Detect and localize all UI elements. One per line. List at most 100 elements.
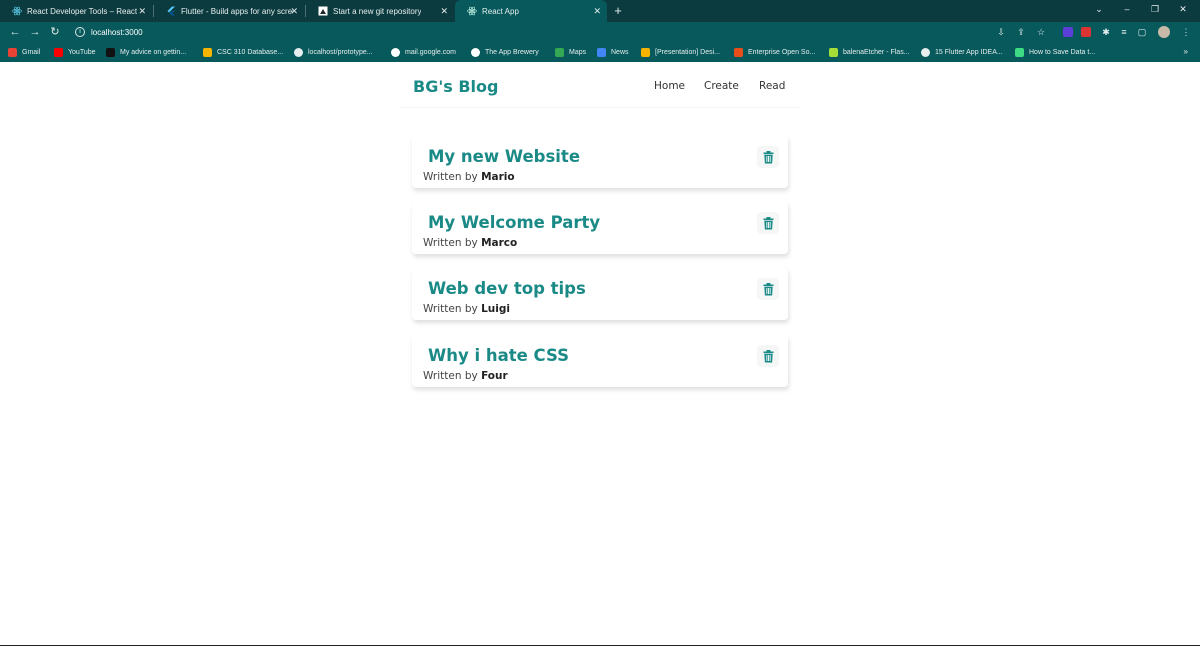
byline-prefix: Written by — [423, 370, 478, 382]
blog-preview[interactable]: Web dev top tips Written by Luigi — [412, 268, 788, 320]
tab-title: Flutter - Build apps for any scree — [181, 6, 293, 16]
bookmark-item[interactable]: My advice on gettin... — [106, 47, 186, 58]
close-icon[interactable]: ✕ — [593, 5, 601, 17]
tab-title: Start a new git repository — [333, 6, 422, 16]
bookmark-item[interactable]: mail.google.com — [391, 47, 456, 58]
news-icon — [597, 48, 606, 57]
react-icon — [467, 6, 477, 16]
bookmark-item[interactable]: Enterprise Open So... — [734, 47, 815, 58]
tab-github[interactable]: Start a new git repository ✕ — [306, 0, 454, 22]
window-close-icon[interactable]: ✕ — [1176, 4, 1190, 15]
share-icon[interactable]: ⇪ — [1015, 26, 1027, 38]
blog-byline: Written by Luigi — [423, 303, 510, 315]
blog-author: Marco — [481, 237, 518, 249]
close-icon[interactable]: ✕ — [290, 5, 298, 17]
delete-button[interactable] — [757, 146, 779, 168]
close-icon[interactable]: ✕ — [138, 5, 146, 17]
tab-flutter[interactable]: Flutter - Build apps for any scree ✕ — [154, 0, 304, 22]
byline-prefix: Written by — [423, 171, 478, 183]
delete-button[interactable] — [757, 345, 779, 367]
bookmark-label: YouTube — [68, 49, 96, 56]
minimize-icon[interactable]: – — [1120, 4, 1134, 14]
bookmark-star-icon[interactable]: ☆ — [1035, 26, 1047, 38]
reading-list-icon[interactable]: ≡ — [1118, 26, 1130, 38]
bookmark-item[interactable]: News — [597, 47, 629, 58]
trash-icon — [763, 150, 773, 163]
bookmark-item[interactable]: 15 Flutter App IDEA... — [921, 47, 1003, 58]
bookmark-label: 15 Flutter App IDEA... — [935, 49, 1003, 56]
blog-title[interactable]: Web dev top tips — [428, 279, 586, 298]
tab-search-icon[interactable]: ⌄ — [1092, 4, 1106, 15]
bookmark-label: How to Save Data t... — [1029, 49, 1096, 56]
bookmark-item[interactable]: How to Save Data t... — [1015, 47, 1095, 58]
restore-icon[interactable]: ❐ — [1148, 4, 1162, 15]
blog-author: Mario — [481, 171, 515, 183]
bookmark-item[interactable]: [Presentation] Desi... — [641, 47, 720, 58]
flutter-icon — [166, 6, 176, 16]
navbar: BG's Blog Home Create Read — [400, 62, 800, 108]
blog-title[interactable]: My Welcome Party — [428, 213, 600, 232]
maps-icon — [555, 48, 564, 57]
bookmark-item[interactable]: YouTube — [54, 47, 96, 58]
bookmark-item[interactable]: Maps — [555, 47, 586, 58]
extension-icon[interactable] — [1080, 26, 1092, 38]
menu-icon[interactable]: ⋮ — [1180, 26, 1192, 38]
globe-icon — [294, 48, 303, 57]
bookmark-item[interactable]: balenaEtcher - Flas... — [829, 47, 910, 58]
tab-react-devtools[interactable]: React Developer Tools – React ✕ — [0, 0, 152, 22]
byline-prefix: Written by — [423, 237, 478, 249]
tab-react-app[interactable]: React App ✕ — [455, 0, 607, 22]
bookmark-item[interactable]: Gmail — [8, 47, 40, 58]
globe-icon — [921, 48, 930, 57]
gmail-icon — [8, 48, 17, 57]
tab-title: React Developer Tools – React — [27, 6, 138, 16]
blog-title[interactable]: My new Website — [428, 147, 580, 166]
bookmark-label: News — [611, 49, 629, 56]
reload-icon[interactable]: ↻ — [48, 25, 62, 39]
forward-icon[interactable]: → — [28, 25, 42, 39]
bookmark-label: balenaEtcher - Flas... — [843, 49, 910, 56]
slides-icon — [203, 48, 212, 57]
slides-icon — [641, 48, 650, 57]
blog-preview[interactable]: Why i hate CSS Written by Four — [412, 335, 788, 387]
blog-author: Luigi — [481, 303, 510, 315]
extension-icon[interactable] — [1062, 26, 1074, 38]
bookmark-label: My advice on gettin... — [120, 49, 187, 56]
site-title[interactable]: BG's Blog — [413, 77, 498, 96]
blog-title[interactable]: Why i hate CSS — [428, 346, 569, 365]
bookmark-label: localhost/prototype... — [308, 49, 373, 56]
nav-link-create[interactable]: Create — [704, 80, 739, 92]
address-bar[interactable]: i localhost:3000 — [70, 25, 990, 39]
nav-link-read[interactable]: Read — [759, 80, 785, 92]
bookmark-label: [Presentation] Desi... — [655, 49, 720, 56]
blog-preview[interactable]: My Welcome Party Written by Marco — [412, 202, 788, 254]
blog-byline: Written by Four — [423, 370, 508, 382]
install-icon[interactable]: ⇩ — [995, 26, 1007, 38]
bookmark-item[interactable]: The App Brewery — [471, 47, 539, 58]
delete-button[interactable] — [757, 278, 779, 300]
blog-byline: Written by Mario — [423, 171, 515, 183]
nav-link-home[interactable]: Home — [654, 80, 685, 92]
google-icon — [391, 48, 400, 57]
side-panel-icon[interactable]: ▢ — [1136, 26, 1148, 38]
close-icon[interactable]: ✕ — [440, 5, 448, 17]
bookmark-item[interactable]: localhost/prototype... — [294, 47, 373, 58]
bookmark-label: mail.google.com — [405, 49, 456, 56]
browser-toolbar: ← → ↻ i localhost:3000 ⇩ ⇪ ☆ ✱ ≡ ▢ ⋮ — [0, 22, 1200, 42]
redhat-icon — [734, 48, 743, 57]
avatar[interactable] — [1158, 26, 1170, 38]
puzzle-icon[interactable]: ✱ — [1100, 26, 1112, 38]
balena-icon — [829, 48, 838, 57]
address-bar-url: localhost:3000 — [91, 27, 143, 37]
trash-icon — [763, 282, 773, 295]
blog-preview[interactable]: My new Website Written by Mario — [412, 136, 788, 188]
new-tab-button[interactable]: + — [610, 2, 626, 20]
react-icon — [12, 6, 22, 16]
info-icon[interactable]: i — [75, 27, 85, 37]
byline-prefix: Written by — [423, 303, 478, 315]
bookmarks-bar: Gmail YouTube My advice on gettin... CSC 31… — [0, 42, 1200, 62]
bookmarks-overflow-button[interactable]: » — [1184, 47, 1188, 56]
bookmark-item[interactable]: CSC 310 Database... — [203, 47, 283, 58]
back-icon[interactable]: ← — [8, 25, 22, 39]
delete-button[interactable] — [757, 212, 779, 234]
